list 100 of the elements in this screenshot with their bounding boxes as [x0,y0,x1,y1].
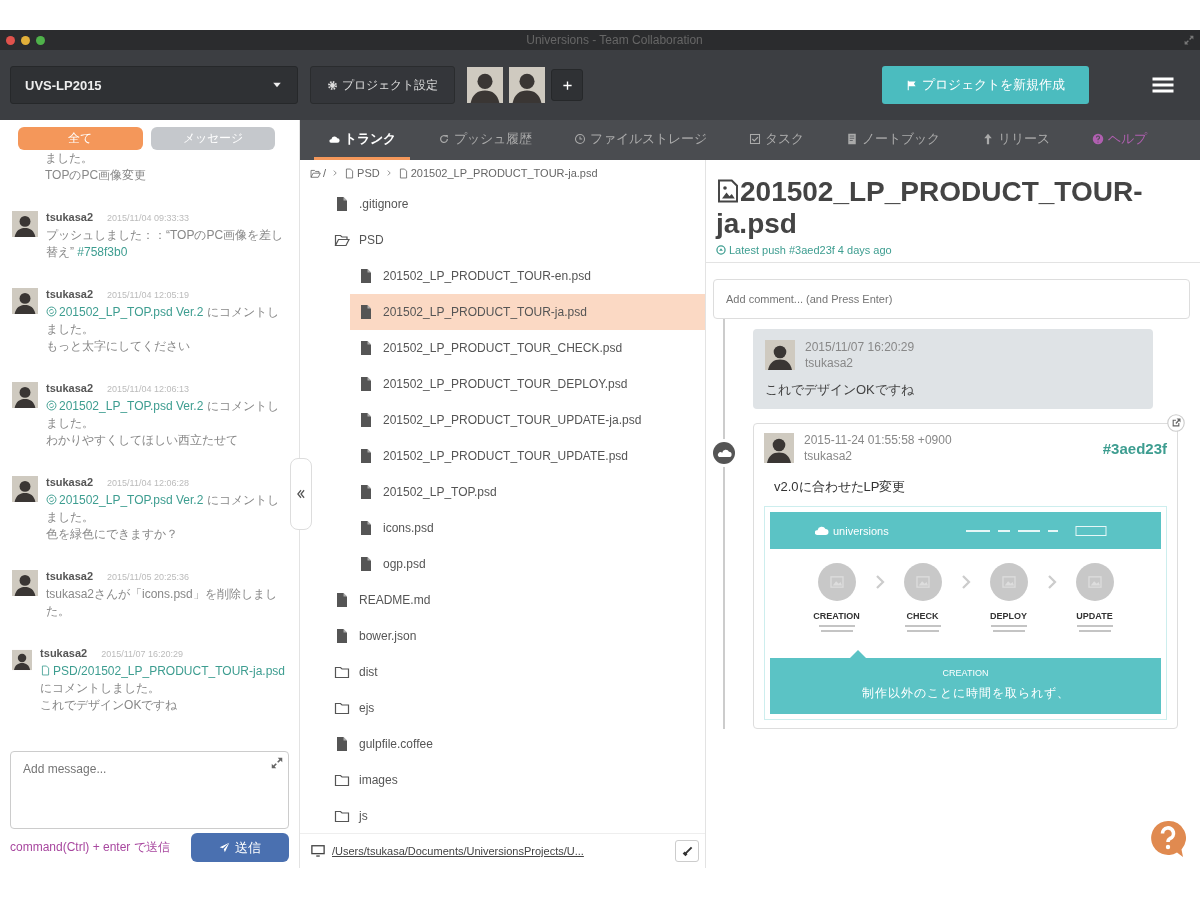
tree-item[interactable]: 201502_LP_PRODUCT_TOUR-ja.psd [350,294,705,330]
file-title: 201502_LP_PRODUCT_TOUR-ja.psd [716,176,1144,240]
project-dropdown[interactable]: UVS-LP2015 [10,66,298,104]
user-name: tsukasa2 [46,476,94,488]
user-name: tsukasa2 [805,355,855,371]
minimize-button[interactable] [21,35,30,45]
folder-icon [334,808,350,824]
user-name: tsukasa2 [46,211,94,223]
tab[interactable]: ノートブック [832,120,954,160]
tree-item[interactable]: 201502_LP_PRODUCT_TOUR_CHECK.psd [350,330,705,366]
file-icon [334,628,350,644]
zoom-button[interactable] [36,35,45,45]
cloud-logo-icon [815,525,829,536]
activity-text: 201502_LP_TOP.psd Ver.2 にコメントしました。 [46,304,280,338]
help-icon [1150,820,1186,858]
notebook-icon [846,132,858,145]
timestamp: 2015/11/07 16:20:29 [805,339,915,355]
breadcrumb-item[interactable]: 201502_LP_PRODUCT_TOUR-ja.psd [397,167,598,179]
avatar-icon [12,211,38,237]
activity-text: tsukasa2さんが「icons.psd」を削除しました。 [46,586,278,620]
send-button[interactable]: 送信 [191,833,289,862]
tree-item[interactable]: .gitignore [326,186,705,222]
help-button[interactable] [1150,820,1186,858]
site-logo-text: universions [833,524,889,537]
message-text: 色を緑色にできますか？ [46,526,179,543]
tree-item[interactable]: ejs [326,690,705,726]
image-file-icon [716,178,740,204]
file-icon [358,556,374,572]
step-label: CHECK [906,611,939,621]
user-name: tsukasa2 [804,448,854,464]
tree-item[interactable]: 201502_LP_TOP.psd [350,474,705,510]
panel-text: 制作以外のことに時間を取られず、 [861,685,1070,702]
file-icon [334,736,350,752]
fullscreen-icon [1184,35,1194,45]
folder-icon [334,700,350,716]
send-icon [219,842,230,853]
avatar-icon [12,288,38,314]
folder-path-link[interactable]: /Users/tsukasa/Documents/UniversionsProjects/U... [332,845,669,857]
folder-icon [334,664,350,680]
file-icon [358,268,374,284]
avatar-icon [765,340,795,370]
tree-item[interactable]: 201502_LP_PRODUCT_TOUR_DEPLOY.psd [350,366,705,402]
tab[interactable]: ファイルストレージ [560,120,721,160]
tab[interactable]: プッシュ履歴 [424,120,546,160]
tree-item[interactable]: dist [326,654,705,690]
comment-text: これでデザインOKですね [765,381,915,399]
tab[interactable]: トランク [314,120,410,160]
tree-item[interactable]: js [326,798,705,833]
avatar-icon [12,570,38,596]
comment-field[interactable]: Add comment... (and Press Enter) [713,279,1190,319]
tree-item[interactable]: 201502_LP_PRODUCT_TOUR_UPDATE-ja.psd [350,402,705,438]
tree-item[interactable]: icons.psd [350,510,705,546]
file-icon [358,340,374,356]
tree-item[interactable]: gulpfile.coffee [326,726,705,762]
message-field[interactable]: Add message... [10,751,289,829]
chevron-icon [959,574,972,590]
plus-icon [561,79,573,91]
file-icon [334,592,350,608]
breadcrumb-item[interactable]: / [310,167,327,179]
checkbox-icon [749,132,761,145]
double-chevron-icon [296,489,306,499]
tree-item[interactable]: 201502_LP_PRODUCT_TOUR-en.psd [350,258,705,294]
close-button[interactable] [6,35,15,45]
activity-text: 201502_LP_TOP.psd Ver.2 にコメントしました。 [46,398,280,432]
file-icon [358,448,374,464]
activity-text: プッシュしました：：“TOPのPC画像を差し替え” #758f3b0 [46,227,285,261]
breadcrumb-item[interactable]: PSD [344,167,380,179]
add-member-button[interactable] [551,69,583,101]
step-label: DEPLOY [990,611,1027,621]
tree-item[interactable]: ogp.psd [350,546,705,582]
file-icon [344,167,356,179]
tab[interactable]: リリース [968,120,1064,160]
user-name: tsukasa2 [46,382,94,394]
user-name: tsukasa2 [46,288,94,300]
file-icon [397,167,409,179]
tab[interactable]: タスク [735,120,818,160]
expand-icon [271,757,283,769]
step-label: UPDATE [1076,611,1113,621]
window-title: Universions - Team Collaboration [525,33,704,47]
timestamp: 2015/11/04 12:06:13 [107,384,189,394]
external-link-icon[interactable] [1167,414,1185,432]
avatar-icon [509,67,545,103]
timestamp: 2015/11/04 09:33:33 [107,213,189,223]
tree-item[interactable]: 201502_LP_PRODUCT_TOUR_UPDATE.psd [350,438,705,474]
help-icon [1092,132,1104,145]
chevron-icon [332,170,339,176]
monitor-icon [310,844,326,858]
activity-text: ました。 [45,150,94,167]
shortcut-hint: command(Ctrl) + enter で送信 [10,839,170,856]
collapse-handle[interactable] [290,458,312,530]
tree-item[interactable]: PSD [326,222,705,258]
user-name: tsukasa2 [46,570,94,582]
clock-icon [574,132,586,145]
project-settings-button[interactable]: プロジェクト設定 [310,66,455,104]
file-icon [358,376,374,392]
tree-item[interactable]: README.md [326,582,705,618]
tools-button[interactable] [675,840,699,862]
tree-item[interactable]: images [326,762,705,798]
message-text: わかりやすくしてほしい西立たせて [46,432,239,449]
tree-item[interactable]: bower.json [326,618,705,654]
